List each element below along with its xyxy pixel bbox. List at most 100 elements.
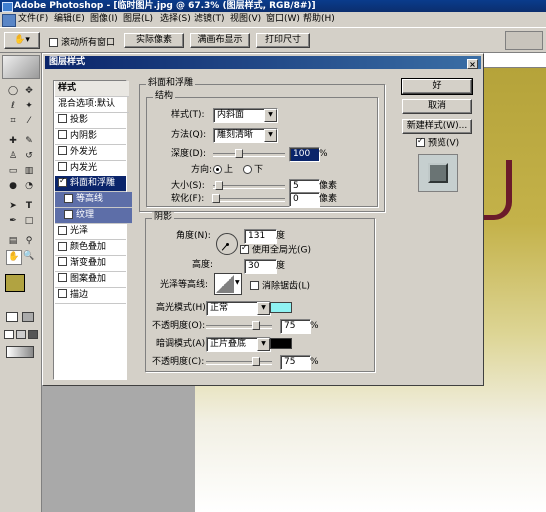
slice-tool-icon[interactable]: ⁄ bbox=[22, 115, 36, 128]
path-select-icon[interactable]: ➤ bbox=[6, 200, 20, 213]
style-item[interactable]: 等高线 bbox=[55, 192, 132, 209]
screen-mode-3-icon[interactable] bbox=[28, 330, 38, 339]
shadow-color-swatch[interactable] bbox=[270, 338, 292, 349]
style-item[interactable]: 光泽 bbox=[55, 224, 126, 241]
direction-down-dot[interactable] bbox=[243, 165, 252, 174]
menu-edit[interactable]: 编辑(E) bbox=[54, 14, 85, 25]
style-item[interactable]: 纹理 bbox=[55, 208, 132, 225]
style-item-checkbox[interactable] bbox=[64, 193, 73, 203]
crop-tool-icon[interactable]: ⌗ bbox=[6, 115, 20, 128]
depth-slider[interactable] bbox=[213, 153, 285, 157]
pen-tool-icon[interactable]: ✒ bbox=[6, 215, 20, 228]
style-item[interactable]: 颜色叠加 bbox=[55, 240, 126, 256]
hand-tool-icon[interactable]: ✋ bbox=[6, 250, 22, 265]
style-item[interactable]: 内阴影 bbox=[55, 129, 126, 145]
magic-wand-icon[interactable]: ✦ bbox=[22, 100, 36, 113]
print-size-button[interactable]: 打印尺寸 bbox=[256, 33, 310, 48]
menu-image[interactable]: 图像(I) bbox=[90, 14, 118, 25]
shape-tool-icon[interactable]: □ bbox=[22, 215, 36, 228]
history-brush-icon[interactable]: ↺ bbox=[22, 150, 36, 163]
style-item[interactable]: 样式 bbox=[55, 81, 129, 97]
palette-well[interactable] bbox=[505, 31, 543, 50]
menu-help[interactable]: 帮助(H) bbox=[303, 14, 335, 25]
foreground-color-swatch[interactable] bbox=[5, 274, 25, 292]
jump-to-imageready-icon[interactable] bbox=[6, 346, 34, 358]
move-tool-icon[interactable]: ✥ bbox=[22, 85, 36, 98]
menu-app-icon[interactable] bbox=[2, 14, 16, 27]
style-item-checkbox[interactable] bbox=[64, 209, 73, 219]
marquee-tool-icon[interactable]: ◯ bbox=[6, 85, 20, 98]
ok-button[interactable]: 好 bbox=[401, 78, 473, 95]
antialias-checkbox[interactable]: 消除锯齿(L) bbox=[250, 281, 310, 293]
global-light-checkbox[interactable]: 使用全局光(G) bbox=[240, 243, 311, 257]
screen-mode-1-icon[interactable] bbox=[4, 330, 14, 339]
eyedropper-icon[interactable]: ⚲ bbox=[22, 235, 36, 248]
style-item-checkbox[interactable] bbox=[58, 241, 67, 251]
depth-slider-thumb[interactable] bbox=[235, 149, 243, 158]
bevel-style-select[interactable]: 内斜面 ▼ bbox=[213, 108, 278, 123]
eraser-tool-icon[interactable]: ▭ bbox=[6, 165, 20, 178]
global-light-box[interactable] bbox=[240, 243, 249, 254]
highlight-mode-select[interactable]: 正常 ▼ bbox=[206, 301, 271, 316]
direction-down-radio[interactable]: 下 bbox=[243, 165, 263, 176]
gloss-contour-picker[interactable]: ▼ bbox=[214, 273, 242, 295]
style-item-checkbox[interactable] bbox=[58, 114, 67, 124]
style-item[interactable]: 斜面和浮雕 bbox=[55, 176, 126, 193]
sh-opacity-slider[interactable] bbox=[206, 361, 272, 365]
technique-select[interactable]: 雕刻清晰 ▼ bbox=[213, 128, 278, 143]
style-item-checkbox[interactable] bbox=[58, 146, 67, 156]
shadow-mode-select[interactable]: 正片叠底 ▼ bbox=[206, 337, 271, 352]
preview-box[interactable] bbox=[416, 136, 425, 147]
style-item[interactable]: 图案叠加 bbox=[55, 272, 126, 288]
hand-tool-preset-button[interactable]: ✋▾ bbox=[4, 32, 40, 49]
style-item[interactable]: 内发光 bbox=[55, 161, 126, 177]
style-item-checkbox[interactable] bbox=[58, 289, 67, 299]
preview-checkbox[interactable]: 预览(V) bbox=[416, 136, 459, 150]
style-item-checkbox[interactable] bbox=[58, 225, 67, 235]
clone-stamp-icon[interactable]: ♙ bbox=[6, 150, 20, 163]
angle-input[interactable]: 131 bbox=[244, 229, 277, 244]
dodge-tool-icon[interactable]: ◔ bbox=[22, 180, 36, 193]
hl-opacity-slider-thumb[interactable] bbox=[252, 321, 260, 330]
style-item-checkbox[interactable] bbox=[58, 273, 67, 283]
depth-input[interactable]: 100 bbox=[289, 147, 320, 162]
style-item[interactable]: 渐变叠加 bbox=[55, 256, 126, 272]
style-item-checkbox[interactable] bbox=[58, 162, 67, 171]
brush-tool-icon[interactable]: ✎ bbox=[22, 135, 36, 148]
scroll-all-box[interactable] bbox=[49, 37, 58, 47]
direction-up-dot[interactable] bbox=[213, 165, 222, 174]
zoom-tool-icon[interactable]: 🔍 bbox=[22, 250, 36, 263]
standard-mode-icon[interactable] bbox=[6, 312, 18, 322]
hl-opacity-slider[interactable] bbox=[206, 325, 272, 329]
quickmask-mode-icon[interactable] bbox=[22, 312, 34, 322]
style-item-checkbox[interactable] bbox=[58, 176, 67, 187]
menu-layer[interactable]: 图层(L) bbox=[123, 14, 153, 25]
blur-tool-icon[interactable]: ● bbox=[6, 180, 20, 193]
scroll-all-checkbox[interactable]: 滚动所有窗口 bbox=[46, 35, 115, 48]
size-slider-thumb[interactable] bbox=[215, 181, 223, 190]
screen-mode-2-icon[interactable] bbox=[16, 330, 26, 339]
soften-slider[interactable] bbox=[213, 198, 285, 202]
cancel-button[interactable]: 取消 bbox=[402, 99, 472, 114]
style-item-checkbox[interactable] bbox=[58, 130, 67, 140]
highlight-color-swatch[interactable] bbox=[270, 302, 292, 313]
type-tool-icon[interactable]: T bbox=[22, 200, 36, 213]
altitude-input[interactable]: 30 bbox=[244, 259, 277, 274]
notes-tool-icon[interactable]: ▤ bbox=[6, 235, 20, 248]
antialias-box[interactable] bbox=[250, 281, 259, 290]
angle-dial[interactable] bbox=[216, 233, 238, 255]
direction-up-radio[interactable]: 上 bbox=[213, 165, 233, 176]
menu-view[interactable]: 视图(V) bbox=[230, 14, 261, 25]
style-item[interactable]: 外发光 bbox=[55, 145, 126, 161]
soften-slider-thumb[interactable] bbox=[212, 194, 220, 203]
soften-input[interactable]: 0 bbox=[289, 192, 320, 207]
style-item-checkbox[interactable] bbox=[58, 257, 67, 267]
healing-brush-icon[interactable]: ✚ bbox=[6, 135, 20, 148]
menu-select[interactable]: 选择(S) bbox=[160, 14, 191, 25]
close-icon[interactable]: × bbox=[467, 59, 478, 69]
style-item[interactable]: 混合选项:默认 bbox=[55, 97, 129, 113]
menu-filter[interactable]: 滤镜(T) bbox=[194, 14, 225, 25]
hl-opacity-input[interactable]: 75 bbox=[280, 319, 311, 334]
new-style-button[interactable]: 新建样式(W)... bbox=[402, 119, 472, 134]
menu-file[interactable]: 文件(F) bbox=[18, 14, 48, 25]
